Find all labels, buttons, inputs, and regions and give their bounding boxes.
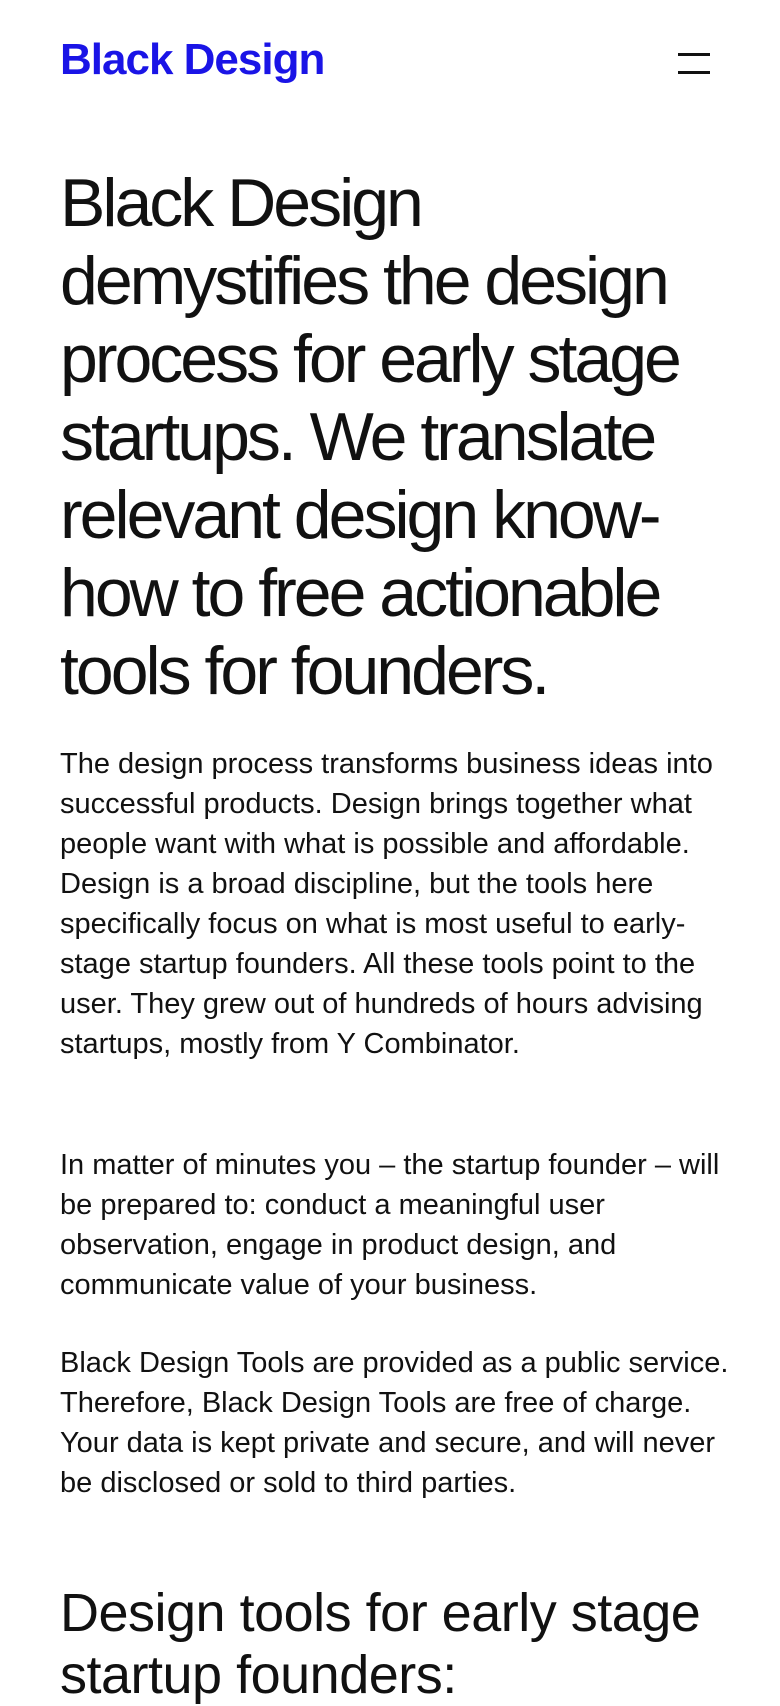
tools-section-title: Design tools for early stage startup fou…	[60, 1583, 701, 1705]
hamburger-menu-icon-bar	[678, 71, 710, 74]
hero-title: Black Design demystifies the design proc…	[60, 165, 682, 709]
hamburger-menu-button[interactable]	[672, 44, 716, 84]
intro-paragraph-3: Black Design Tools are provided as a pub…	[60, 1347, 729, 1499]
brand-logo-link[interactable]: Black Design	[60, 32, 325, 88]
hamburger-menu-icon	[678, 53, 710, 56]
intro-paragraph-1: The design process transforms business i…	[60, 748, 713, 1060]
site-header: Black Design	[0, 0, 780, 130]
intro-paragraph-2: In matter of minutes you – the startup f…	[60, 1149, 720, 1301]
